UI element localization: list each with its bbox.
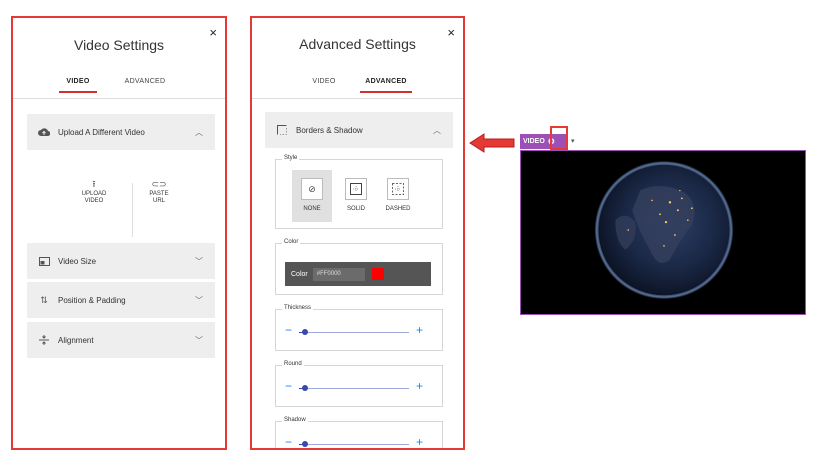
tab-divider	[13, 98, 225, 99]
slider-track[interactable]	[299, 329, 409, 335]
decrease-button[interactable]: −	[285, 324, 292, 336]
upload-label-line2: VIDEO	[84, 198, 104, 204]
option-label: DASHED	[385, 206, 411, 212]
panel-title: Advanced Settings	[299, 36, 416, 52]
shadow-legend: Shadow	[282, 417, 308, 423]
color-legend: Color	[282, 239, 301, 245]
upload-video-button[interactable]: ⭱ UPLOAD VIDEO	[69, 179, 119, 205]
section-label: Borders & Shadow	[296, 125, 363, 135]
round-slider[interactable]: − +	[285, 380, 425, 393]
video-tag-label: VIDEO	[523, 138, 545, 145]
increase-button[interactable]: +	[416, 380, 423, 392]
style-legend: Style	[282, 155, 300, 161]
upload-different-video-section[interactable]: Upload A Different Video ︿	[27, 114, 215, 150]
advanced-settings-panel: × Advanced Settings VIDEO ADVANCED Borde…	[250, 16, 465, 450]
upload-label-line1: UPLOAD	[81, 191, 107, 197]
round-legend: Round	[282, 361, 304, 367]
tab-bar: VIDEO ADVANCED	[13, 78, 225, 94]
increase-button[interactable]: +	[416, 436, 423, 448]
color-label: Color	[291, 270, 308, 278]
slider-track[interactable]	[299, 441, 409, 447]
chevron-down-icon[interactable]: ﹀	[195, 295, 203, 306]
thickness-legend: Thickness	[282, 305, 314, 311]
no-border-icon: ⊘	[301, 178, 323, 200]
borders-shadow-section[interactable]: Borders & Shadow ︿	[265, 112, 453, 148]
chevron-up-icon[interactable]: ︿	[195, 127, 203, 138]
caret-down-icon[interactable]: ▾	[571, 137, 575, 145]
color-swatch[interactable]	[371, 268, 384, 280]
chevron-down-icon[interactable]: ﹀	[195, 335, 203, 346]
tab-bar: VIDEO ADVANCED	[252, 78, 463, 94]
cloud-upload-icon	[38, 126, 50, 138]
paste-url-button[interactable]: ⊂⊃ PASTE URL	[134, 179, 184, 205]
link-icon: ⊂⊃	[151, 179, 167, 189]
style-none-option[interactable]: ⊘ NONE	[292, 170, 332, 222]
divider	[132, 183, 133, 237]
decrease-button[interactable]: −	[285, 380, 292, 392]
dashed-border-icon	[387, 178, 409, 200]
section-label: Upload A Different Video	[58, 127, 145, 137]
tab-divider	[252, 98, 463, 99]
tab-video[interactable]: VIDEO	[308, 78, 340, 91]
chevron-up-icon[interactable]: ︿	[433, 125, 441, 136]
video-size-icon	[38, 255, 50, 267]
gear-highlight-box	[550, 126, 568, 150]
shadow-group: Shadow − +	[275, 417, 443, 448]
slider-track[interactable]	[299, 385, 409, 391]
shadow-slider[interactable]: − +	[285, 436, 425, 448]
color-group: Color Color #FF0000	[275, 239, 443, 295]
paste-label-line2: URL	[152, 198, 165, 204]
position-icon: ⇅	[40, 294, 48, 305]
style-solid-option[interactable]: SOLID	[336, 170, 376, 222]
slider-handle[interactable]	[301, 441, 308, 447]
tab-advanced[interactable]: ADVANCED	[121, 78, 169, 91]
video-size-section[interactable]: Video Size ﹀	[27, 243, 215, 279]
option-label: NONE	[303, 206, 321, 212]
thickness-group: Thickness − +	[275, 305, 443, 351]
tab-video[interactable]: VIDEO	[59, 78, 97, 93]
style-dashed-option[interactable]: DASHED	[378, 170, 418, 222]
border-icon	[276, 124, 288, 136]
increase-button[interactable]: +	[416, 324, 423, 336]
chevron-down-icon[interactable]: ﹀	[195, 256, 203, 267]
video-settings-panel: × Video Settings VIDEO ADVANCED Upload A…	[11, 16, 227, 450]
decrease-button[interactable]: −	[285, 436, 292, 448]
tab-advanced[interactable]: ADVANCED	[360, 78, 412, 93]
section-label: Video Size	[58, 256, 97, 266]
color-picker: Color #FF0000	[285, 262, 431, 286]
slider-handle[interactable]	[301, 329, 308, 335]
video-player[interactable]	[520, 150, 806, 315]
annotation-arrow-icon	[469, 133, 515, 153]
slider-handle[interactable]	[301, 385, 308, 391]
option-label: SOLID	[346, 206, 365, 212]
upload-icon: ⭱	[92, 179, 96, 189]
upload-options: ⭱ UPLOAD VIDEO ⊂⊃ PASTE URL	[27, 163, 215, 243]
alignment-section[interactable]: Alignment ﹀	[27, 322, 215, 358]
style-group: Style ⊘ NONE SOLID DASHED	[275, 155, 443, 229]
thickness-slider[interactable]: − +	[285, 324, 425, 337]
position-padding-section[interactable]: ⇅ Position & Padding ﹀	[27, 282, 215, 318]
alignment-icon	[38, 334, 50, 346]
paste-label-line1: PASTE	[149, 191, 169, 197]
earth-image	[521, 151, 805, 314]
section-label: Alignment	[58, 335, 94, 345]
panel-title: Video Settings	[73, 37, 165, 53]
section-label: Position & Padding	[58, 295, 126, 305]
round-group: Round − +	[275, 361, 443, 407]
color-hex-input[interactable]: #FF0000	[312, 267, 365, 281]
solid-border-icon	[345, 178, 367, 200]
